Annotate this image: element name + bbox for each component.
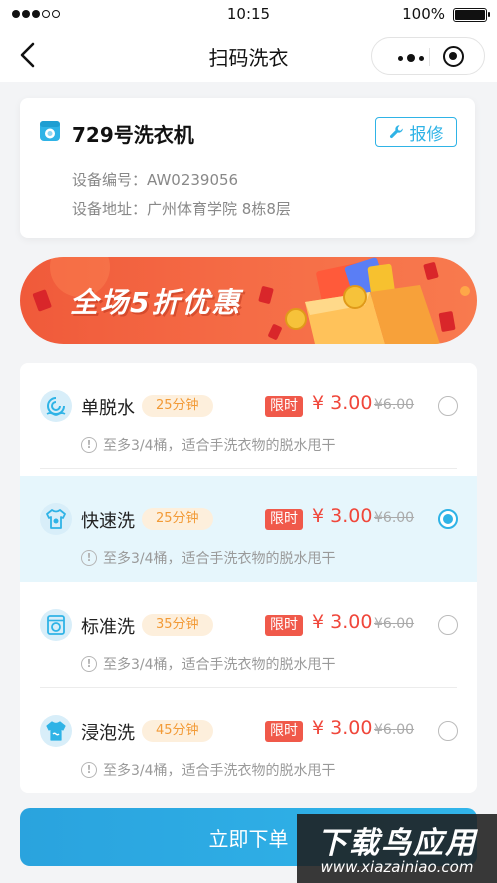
repair-label: 报修 [409, 124, 444, 145]
device-address-value: 广州体育学院 8栋8层 [147, 200, 291, 218]
option-quick-wash[interactable]: 快速洗 25分钟 限时 ¥ 3.00 ¥6.00 ! 至多3/4桶，适合手洗衣物… [20, 476, 477, 582]
wrench-icon [389, 125, 403, 139]
duration-badge: 35分钟 [142, 614, 213, 636]
option-name: 浸泡洗 [81, 723, 135, 744]
device-address-label: 设备地址： [72, 200, 148, 218]
option-spin-dry[interactable]: 单脱水 25分钟 限时 ¥ 3.00 ¥6.00 ! 至多3/4桶，适合手洗衣物… [20, 363, 477, 469]
option-standard-wash[interactable]: 标准洗 35分钟 限时 ¥ 3.00 ¥6.00 ! 至多3/4桶，适合手洗衣物… [20, 582, 477, 688]
duration-badge: 45分钟 [142, 720, 213, 742]
option-note: ! 至多3/4桶，适合手洗衣物的脱水甩干 [81, 654, 336, 674]
option-old-price: ¥6.00 [374, 722, 415, 738]
wash-options-list: 单脱水 25分钟 限时 ¥ 3.00 ¥6.00 ! 至多3/4桶，适合手洗衣物… [20, 363, 477, 793]
promo-banner[interactable]: 全场5折优惠 [20, 257, 477, 344]
option-name: 快速洗 [81, 511, 135, 532]
battery-icon [453, 8, 490, 22]
option-radio[interactable] [438, 396, 458, 416]
battery-percent: 100% [402, 5, 445, 23]
duration-badge: 25分钟 [142, 508, 213, 530]
option-price: ¥ 3.00 [312, 505, 373, 527]
close-miniprogram-icon[interactable] [443, 46, 464, 67]
option-radio[interactable] [438, 721, 458, 741]
watermark-url: www.xiazainiao.com [320, 858, 474, 876]
device-card: 729号洗衣机 报修 设备编号：AW0239056 设备地址：广州体育学院 8栋… [20, 98, 475, 238]
info-icon: ! [81, 762, 97, 778]
option-price: ¥ 3.00 [312, 611, 373, 633]
option-radio[interactable] [438, 615, 458, 635]
tshirt-icon [40, 715, 72, 747]
option-note-text: 至多3/4桶，适合手洗衣物的脱水甩干 [103, 551, 336, 567]
option-note-text: 至多3/4桶，适合手洗衣物的脱水甩干 [103, 657, 336, 673]
device-code-value: AW0239056 [147, 171, 239, 189]
washer-icon [40, 609, 72, 641]
option-price: ¥ 3.00 [312, 392, 373, 414]
option-note: ! 至多3/4桶，适合手洗衣物的脱水甩干 [81, 760, 336, 780]
device-code: 设备编号：AW0239056 [72, 169, 238, 190]
shirt-icon [40, 503, 72, 535]
spin-icon [40, 390, 72, 422]
option-old-price: ¥6.00 [374, 510, 415, 526]
option-name: 标准洗 [81, 617, 135, 638]
duration-badge: 25分钟 [142, 395, 213, 417]
capsule-menu [371, 37, 485, 75]
watermark-title: 下载鸟应用 [317, 826, 477, 861]
capsule-divider [429, 48, 430, 66]
option-soak-wash[interactable]: 浸泡洗 45分钟 限时 ¥ 3.00 ¥6.00 ! 至多3/4桶，适合手洗衣物… [20, 688, 477, 793]
option-radio-selected[interactable] [438, 509, 458, 529]
device-name: 729号洗衣机 [72, 123, 194, 147]
option-old-price: ¥6.00 [374, 397, 415, 413]
status-bar: 10:15 100% [0, 0, 497, 30]
limited-badge: 限时 [265, 721, 303, 742]
option-price: ¥ 3.00 [312, 717, 373, 739]
info-icon: ! [81, 656, 97, 672]
option-note-text: 至多3/4桶，适合手洗衣物的脱水甩干 [103, 438, 336, 454]
device-code-label: 设备编号： [72, 171, 148, 189]
option-note: ! 至多3/4桶，适合手洗衣物的脱水甩干 [81, 435, 336, 455]
option-note: ! 至多3/4桶，适合手洗衣物的脱水甩干 [81, 548, 336, 568]
option-old-price: ¥6.00 [374, 616, 415, 632]
limited-badge: 限时 [265, 615, 303, 636]
watermark: 下载鸟应用 www.xiazainiao.com [297, 814, 497, 883]
option-name: 单脱水 [81, 398, 135, 419]
divider [40, 468, 457, 469]
washer-icon [39, 120, 61, 142]
nav-bar: 扫码洗衣 [0, 30, 497, 82]
info-icon: ! [81, 550, 97, 566]
repair-button[interactable]: 报修 [375, 117, 457, 147]
banner-text: 全场5折优惠 [70, 286, 242, 319]
more-icon[interactable] [398, 54, 424, 62]
option-note-text: 至多3/4桶，适合手洗衣物的脱水甩干 [103, 763, 336, 779]
info-icon: ! [81, 437, 97, 453]
device-address: 设备地址：广州体育学院 8栋8层 [72, 198, 291, 219]
limited-badge: 限时 [265, 396, 303, 417]
limited-badge: 限时 [265, 509, 303, 530]
